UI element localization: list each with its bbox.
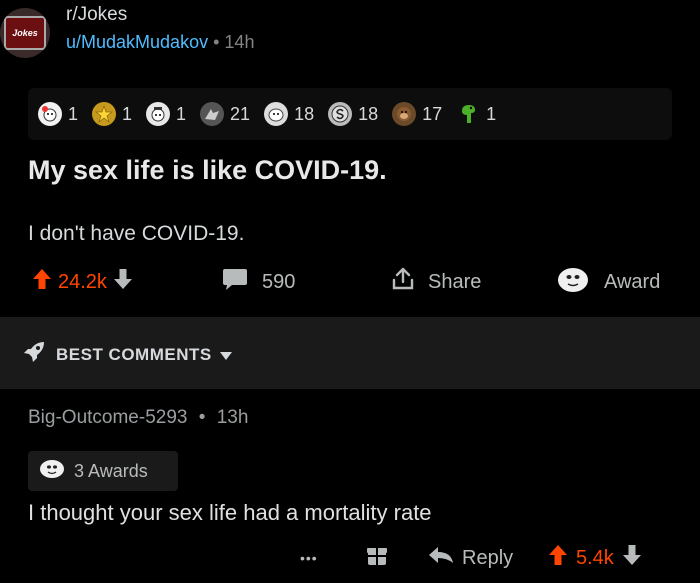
subreddit-name[interactable]: r/Jokes	[66, 4, 127, 26]
award-button[interactable]: Award	[556, 262, 660, 302]
comment-age: 13h	[216, 407, 249, 428]
post-header: Jokes r/Jokes u/MudakMudakov • 14h	[0, 0, 650, 60]
award-icon	[556, 264, 590, 300]
star-award-icon	[92, 102, 117, 126]
share-label: Share	[428, 270, 482, 293]
share-icon	[392, 267, 414, 297]
more-options-button[interactable]: •••	[300, 540, 318, 576]
post-action-bar: 24.2k 590 Share Award	[28, 262, 672, 302]
comment-awards[interactable]: 3 Awards	[28, 451, 178, 491]
reply-arrow-icon	[428, 545, 454, 571]
award-item[interactable]: 18	[264, 102, 314, 126]
comment-vote: 5.4k	[548, 540, 642, 576]
comment-score: 5.4k	[576, 546, 614, 569]
reply-button[interactable]: Reply	[428, 540, 513, 576]
silver-award-icon	[38, 458, 66, 485]
give-award-button[interactable]	[366, 540, 388, 576]
comment-awards-label: 3 Awards	[74, 460, 148, 481]
comment-text: I thought your sex life had a mortality …	[28, 500, 432, 525]
award-item[interactable]: 1	[92, 102, 132, 126]
award-count: 1	[176, 103, 187, 124]
award-count: 18	[294, 103, 315, 124]
subreddit-logo: Jokes	[4, 16, 46, 50]
award-item[interactable]: 18	[328, 102, 378, 126]
comment-bubble-icon	[222, 267, 248, 297]
wholesome-award-icon	[38, 102, 62, 126]
meta-dot: •	[213, 32, 220, 52]
award-label: Award	[604, 270, 661, 293]
meta-dot: •	[198, 407, 206, 428]
reply-label: Reply	[462, 546, 514, 569]
rocket-icon	[22, 340, 46, 369]
upvote-icon[interactable]	[32, 268, 52, 296]
post-age: 14h	[224, 32, 255, 52]
post-body: I don't have COVID-19.	[28, 222, 245, 245]
downvote-icon[interactable]	[622, 544, 642, 572]
award-count: 1	[68, 103, 79, 124]
dino-award-icon	[456, 102, 480, 126]
gift-icon	[366, 543, 388, 573]
comment-count: 590	[262, 270, 296, 293]
share-button[interactable]: Share	[392, 262, 481, 302]
award-count: 21	[230, 103, 251, 124]
post-meta: u/MudakMudakov • 14h	[66, 32, 254, 53]
award-count: 1	[122, 103, 133, 124]
comment-meta: Big-Outcome-5293 • 13h	[28, 407, 248, 429]
comment-action-bar: ••• Reply 5.4k	[280, 540, 690, 576]
post-author[interactable]: u/MudakMudakov	[66, 32, 208, 52]
award-item[interactable]: 17	[392, 102, 442, 126]
award-item[interactable]: 1	[38, 102, 78, 126]
caret-down-icon	[219, 345, 232, 365]
post-vote: 24.2k	[32, 262, 133, 302]
award-item[interactable]: 21	[200, 102, 250, 126]
subreddit-avatar[interactable]: Jokes	[0, 8, 50, 58]
s-coin-award-icon	[328, 102, 353, 126]
hugs-award-icon	[200, 102, 225, 126]
post-score: 24.2k	[58, 270, 107, 293]
helpful-award-icon	[146, 102, 171, 126]
upvote-icon[interactable]	[548, 544, 568, 572]
award-item[interactable]: 1	[146, 102, 186, 126]
award-item[interactable]: 1	[456, 102, 496, 126]
silver-award-icon	[264, 102, 289, 126]
ape-award-icon	[392, 102, 417, 126]
comment-author[interactable]: Big-Outcome-5293	[28, 407, 187, 428]
downvote-icon[interactable]	[113, 268, 133, 296]
sort-label: BEST COMMENTS	[56, 344, 212, 364]
award-count: 17	[422, 103, 443, 124]
post-title[interactable]: My sex life is like COVID-19.	[28, 155, 387, 186]
award-count: 1	[486, 103, 497, 124]
comments-button[interactable]: 590	[222, 262, 295, 302]
awards-strip[interactable]: 1 1 1 21 18 18 17 1	[28, 88, 672, 140]
award-count: 18	[358, 103, 379, 124]
sort-dropdown[interactable]: BEST COMMENTS	[22, 340, 232, 369]
